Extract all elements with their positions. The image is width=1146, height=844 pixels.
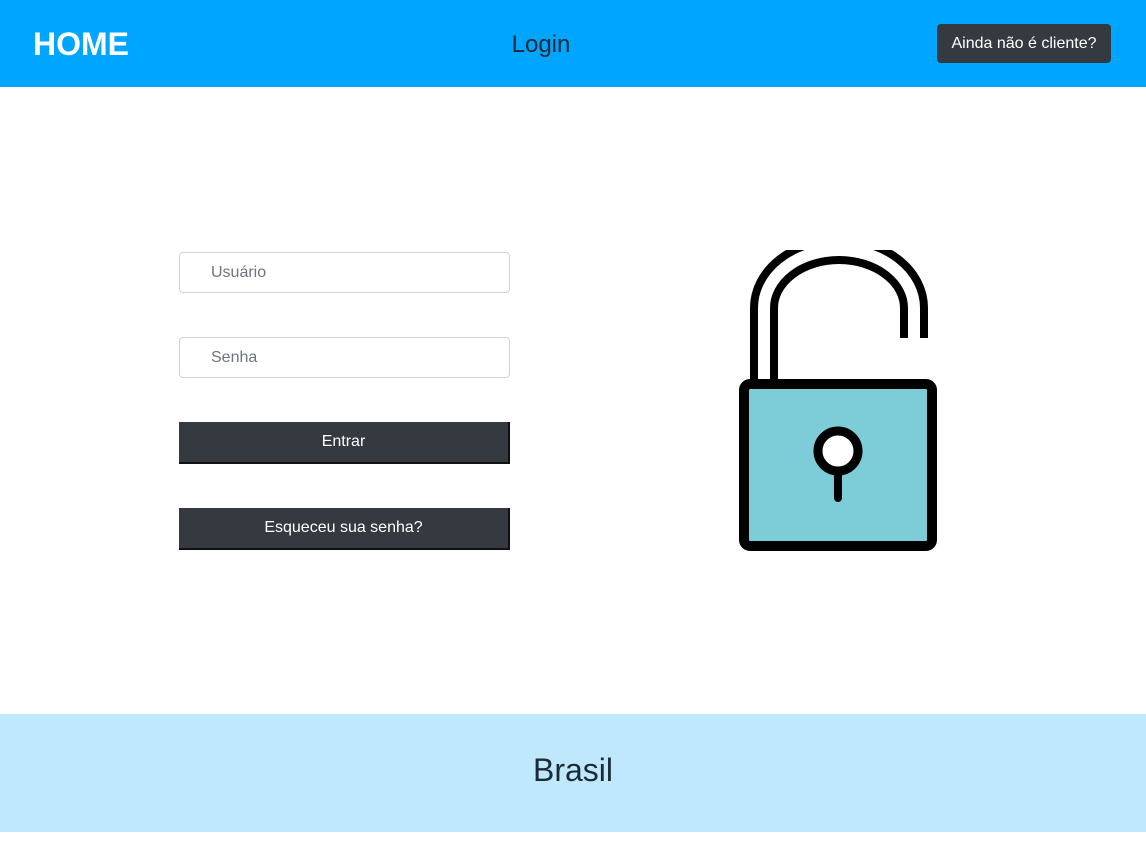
signup-button[interactable]: Ainda não é cliente?: [937, 24, 1111, 63]
unlocked-padlock-icon: [736, 236, 940, 552]
login-button[interactable]: Entrar: [179, 422, 510, 464]
footer-country: Brasil: [532, 752, 613, 788]
home-link[interactable]: HOME: [33, 24, 129, 64]
forgot-password-button[interactable]: Esqueceu sua senha?: [179, 508, 510, 550]
top-navbar: HOME Login Ainda não é cliente?: [0, 0, 1146, 87]
password-input[interactable]: [179, 337, 510, 378]
footer: Brasil: [0, 714, 1146, 832]
username-input[interactable]: [179, 252, 510, 293]
page-title: Login: [511, 31, 571, 58]
